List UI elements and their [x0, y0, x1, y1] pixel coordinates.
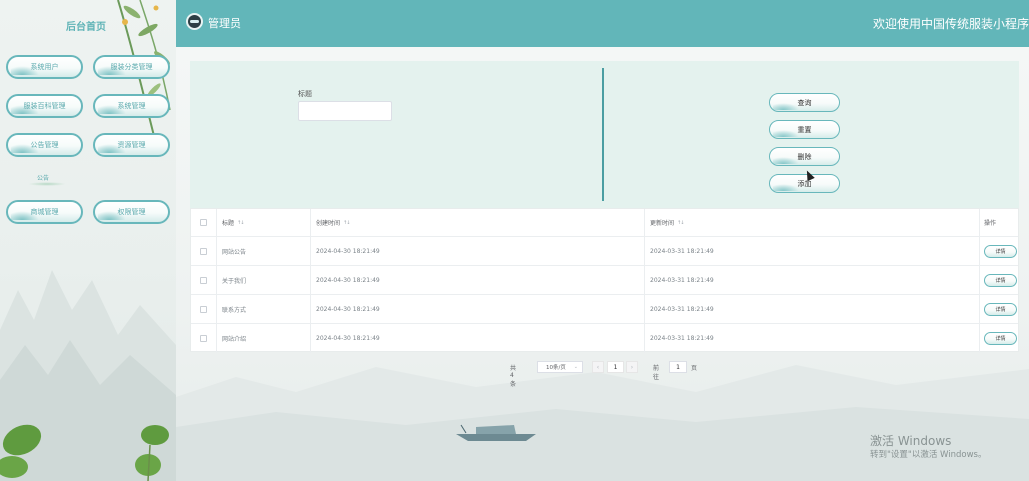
- query-button[interactable]: 查询: [769, 93, 840, 112]
- cell-created: 2024-04-30 18:21:49: [311, 324, 645, 353]
- row-checkbox[interactable]: [200, 335, 207, 342]
- table-header-row: 标题 ↑↓ 创建时间 ↑↓ 更新时间 ↑↓ 操作: [191, 209, 1018, 237]
- cell-updated: 2024-03-31 18:21:49: [645, 266, 980, 294]
- sidebar-item-mall[interactable]: 商城管理: [6, 200, 83, 224]
- prev-page-button[interactable]: ‹: [592, 361, 604, 373]
- header-created[interactable]: 创建时间 ↑↓: [311, 209, 645, 236]
- delete-button[interactable]: 删除: [769, 147, 840, 166]
- cell-title: 网站介绍: [217, 324, 311, 353]
- button-label: 查询: [797, 98, 812, 107]
- page-size-select[interactable]: 10条/页 ⌄: [537, 361, 583, 373]
- row-checkbox-cell: [191, 266, 217, 294]
- avatar-icon[interactable]: [186, 13, 203, 30]
- page-size-value: 10条/页: [546, 365, 566, 371]
- goto-label: 前往: [653, 365, 660, 381]
- header-operation: 操作: [980, 209, 1018, 236]
- header-updated-label: 更新时间: [650, 220, 675, 227]
- header-updated[interactable]: 更新时间 ↑↓: [645, 209, 980, 236]
- subitem-underline: [28, 182, 66, 186]
- header-title[interactable]: 标题 ↑↓: [217, 209, 311, 236]
- welcome-text: 欢迎使用中国传统服装小程序: [872, 17, 1029, 31]
- cell-updated: 2024-03-31 18:21:49: [645, 324, 980, 353]
- reset-button[interactable]: 重置: [769, 120, 840, 139]
- top-header: 管理员 欢迎使用中国传统服装小程序: [176, 0, 1029, 47]
- sidebar-item-permissions[interactable]: 权限管理: [93, 200, 170, 224]
- detail-button[interactable]: 详情: [984, 244, 1017, 258]
- cell-title: 网站公告: [217, 237, 311, 265]
- sidebar-item-label: 系统管理: [117, 102, 146, 110]
- sort-icon[interactable]: ↑↓: [677, 220, 684, 226]
- sidebar-item-system-management[interactable]: 系统管理: [93, 94, 170, 118]
- cell-operation: 详情: [980, 324, 1018, 353]
- next-page-button[interactable]: ›: [626, 361, 638, 373]
- sidebar-item-label: 系统用户: [30, 63, 59, 71]
- sidebar-item-label: 公告管理: [30, 141, 59, 149]
- goto-page-input[interactable]: [669, 361, 687, 373]
- sort-icon[interactable]: ↑↓: [237, 220, 244, 226]
- sidebar-item-label: 服装百科管理: [23, 102, 66, 110]
- detail-button[interactable]: 详情: [984, 302, 1017, 316]
- header-title-label: 标题: [222, 220, 235, 227]
- cell-operation: 详情: [980, 237, 1018, 265]
- page-suffix: 页: [691, 365, 698, 372]
- sidebar-item-clothing-category[interactable]: 服装分类管理: [93, 55, 170, 79]
- title-search-input[interactable]: [298, 101, 392, 121]
- windows-activation-title: 激活 Windows: [870, 434, 952, 448]
- row-checkbox-cell: [191, 237, 217, 265]
- user-role: 管理员: [208, 17, 241, 30]
- header-operation-label: 操作: [984, 220, 997, 227]
- data-table: 标题 ↑↓ 创建时间 ↑↓ 更新时间 ↑↓ 操作 网站公告 2024-04-30 18…: [190, 208, 1019, 353]
- table-row: 关于我们 2024-04-30 18:21:49 2024-03-31 18:2…: [191, 266, 1018, 295]
- sidebar-item-label: 商城管理: [30, 208, 59, 216]
- sidebar-item-label: 服装分类管理: [110, 63, 153, 71]
- button-label: 重置: [797, 125, 812, 134]
- main-content: 标题 查询 重置 删除 添加 标题 ↑↓ 创建时间 ↑↓ 更新时间 ↑↓ 操作 网站公…: [176, 47, 1029, 481]
- sidebar-item-system-users[interactable]: 系统用户: [6, 55, 83, 79]
- sidebar-item-resources[interactable]: 资源管理: [93, 133, 170, 157]
- panel-divider: [602, 68, 604, 201]
- button-label: 添加: [797, 179, 812, 188]
- detail-button[interactable]: 详情: [984, 273, 1017, 287]
- row-checkbox[interactable]: [200, 247, 207, 255]
- header-created-label: 创建时间: [316, 220, 341, 227]
- sidebar-item-label: 资源管理: [117, 141, 146, 149]
- sort-icon[interactable]: ↑↓: [343, 220, 350, 226]
- cell-updated: 2024-03-31 18:21:49: [645, 237, 980, 265]
- row-checkbox[interactable]: [200, 305, 207, 313]
- cell-created: 2024-04-30 18:21:49: [311, 295, 645, 323]
- sidebar: 后台首页 系统用户 服装分类管理 服装百科管理 系统管理 公告管理 资源管理 公…: [0, 0, 176, 481]
- table-row: 联系方式 2024-04-30 18:21:49 2024-03-31 18:2…: [191, 295, 1018, 324]
- total-count: 共 4 条: [510, 365, 517, 388]
- page-number-current[interactable]: 1: [607, 361, 624, 373]
- cell-updated: 2024-03-31 18:21:49: [645, 295, 980, 323]
- windows-activation-subtitle: 转到"设置"以激活 Windows。: [870, 450, 987, 460]
- cell-title: 关于我们: [217, 266, 311, 294]
- sidebar-subitem-announcement[interactable]: 公告: [37, 173, 49, 182]
- table-row: 网站公告 2024-04-30 18:21:49 2024-03-31 18:2…: [191, 237, 1018, 266]
- row-checkbox[interactable]: [200, 276, 207, 284]
- header-checkbox-cell: [191, 209, 217, 236]
- search-panel: 标题 查询 重置 删除 添加: [190, 61, 1019, 208]
- cell-operation: 详情: [980, 266, 1018, 294]
- select-all-checkbox[interactable]: [200, 219, 207, 226]
- sidebar-item-announcements[interactable]: 公告管理: [6, 133, 83, 157]
- cell-created: 2024-04-30 18:21:49: [311, 266, 645, 294]
- sidebar-title[interactable]: 后台首页: [66, 18, 106, 33]
- lotus-decoration: [0, 424, 169, 481]
- cell-title: 联系方式: [217, 295, 311, 323]
- table-row: 网站介绍 2024-04-30 18:21:49 2024-03-31 18:2…: [191, 324, 1018, 353]
- sidebar-item-label: 权限管理: [117, 208, 146, 216]
- chevron-down-icon: ⌄: [573, 364, 578, 370]
- detail-button[interactable]: 详情: [984, 332, 1017, 345]
- row-checkbox-cell: [191, 295, 217, 323]
- row-checkbox-cell: [191, 324, 217, 353]
- cell-created: 2024-04-30 18:21:49: [311, 237, 645, 265]
- button-label: 删除: [797, 152, 812, 161]
- title-field-label: 标题: [298, 90, 312, 98]
- sidebar-item-clothing-encyclopedia[interactable]: 服装百科管理: [6, 94, 83, 118]
- cell-operation: 详情: [980, 295, 1018, 323]
